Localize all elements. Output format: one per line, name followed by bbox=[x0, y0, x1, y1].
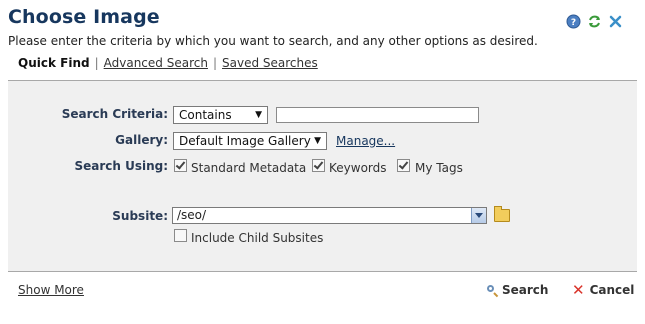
manage-gallery-link[interactable]: Manage... bbox=[336, 134, 395, 148]
choose-image-dialog: Choose Image Please enter the criteria b… bbox=[0, 0, 645, 324]
include-child-subsites-checkbox[interactable] bbox=[174, 229, 187, 242]
criteria-text-input[interactable] bbox=[276, 107, 479, 123]
refresh-icon[interactable] bbox=[587, 14, 602, 29]
header-icons: ? bbox=[566, 14, 623, 29]
cancel-button-label: Cancel bbox=[589, 283, 635, 297]
my-tags-checkbox[interactable] bbox=[397, 159, 410, 172]
dialog-title: Choose Image bbox=[8, 6, 160, 28]
gallery-label: Gallery: bbox=[115, 133, 168, 147]
search-criteria-label: Search Criteria: bbox=[61, 107, 168, 121]
subsite-dropdown-button[interactable] bbox=[471, 208, 486, 223]
subsite-label: Subsite: bbox=[112, 209, 168, 223]
standard-metadata-label: Standard Metadata bbox=[191, 161, 307, 175]
keywords-checkbox[interactable] bbox=[312, 159, 325, 172]
chevron-down-icon: ▼ bbox=[314, 136, 321, 146]
tab-separator: | bbox=[212, 56, 217, 70]
tab-saved-searches[interactable]: Saved Searches bbox=[222, 56, 318, 70]
cancel-icon: ✕ bbox=[572, 281, 585, 299]
subsite-combobox[interactable]: /seo/ bbox=[172, 207, 487, 224]
search-button-label: Search bbox=[502, 283, 549, 297]
search-using-label: Search Using: bbox=[74, 159, 168, 173]
tab-advanced-search[interactable]: Advanced Search bbox=[104, 56, 208, 70]
subsite-value: /seo/ bbox=[177, 208, 207, 222]
tab-quick-find[interactable]: Quick Find bbox=[18, 56, 90, 70]
criteria-mode-value: Contains bbox=[179, 108, 232, 122]
search-button[interactable]: Search bbox=[487, 283, 548, 297]
include-child-subsites-label: Include Child Subsites bbox=[191, 231, 324, 245]
chevron-down-icon: ▼ bbox=[255, 110, 262, 120]
close-icon[interactable] bbox=[608, 14, 623, 29]
my-tags-label: My Tags bbox=[415, 161, 463, 175]
cancel-button[interactable]: ✕ Cancel bbox=[572, 281, 635, 299]
gallery-value: Default Image Gallery bbox=[179, 134, 311, 148]
criteria-mode-select[interactable]: Contains ▼ bbox=[173, 106, 268, 124]
browse-folder-icon[interactable] bbox=[494, 206, 510, 222]
keywords-label: Keywords bbox=[329, 161, 387, 175]
gallery-select[interactable]: Default Image Gallery ▼ bbox=[173, 132, 327, 150]
search-icon bbox=[487, 285, 497, 295]
search-panel: Search Criteria: Contains ▼ Gallery: Def… bbox=[8, 80, 637, 272]
show-more-link[interactable]: Show More bbox=[18, 283, 84, 297]
help-icon[interactable]: ? bbox=[566, 14, 581, 29]
tab-separator: | bbox=[94, 56, 99, 70]
standard-metadata-checkbox[interactable] bbox=[174, 159, 187, 172]
search-tabs: Quick Find | Advanced Search | Saved Searche… bbox=[18, 56, 318, 70]
dialog-subtitle: Please enter the criteria by which you w… bbox=[8, 34, 538, 48]
svg-text:?: ? bbox=[571, 18, 576, 28]
